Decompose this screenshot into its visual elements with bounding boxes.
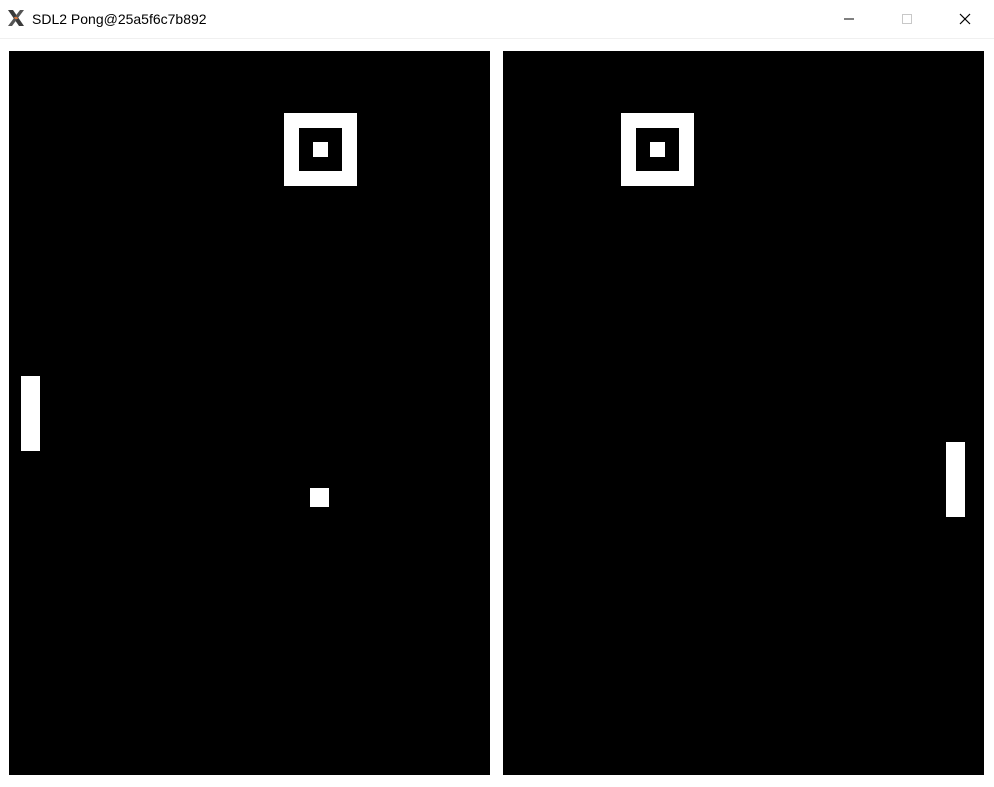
target-center <box>650 142 665 157</box>
close-button[interactable] <box>936 0 994 38</box>
target-marker <box>621 113 694 186</box>
right-viewport <box>503 51 984 775</box>
target-ring <box>636 128 679 171</box>
title-bar[interactable]: SDL2 Pong@25a5f6c7b892 <box>0 0 994 39</box>
x11-icon <box>8 10 24 26</box>
ball <box>310 488 329 507</box>
target-ring <box>299 128 342 171</box>
minimize-icon <box>844 18 854 20</box>
app-window: SDL2 Pong@25a5f6c7b892 <box>0 0 994 787</box>
right-paddle <box>946 442 965 517</box>
left-paddle <box>21 376 40 451</box>
left-viewport <box>9 51 490 775</box>
target-marker <box>284 113 357 186</box>
target-center <box>313 142 328 157</box>
game-canvas[interactable] <box>0 39 994 787</box>
close-icon <box>959 13 971 25</box>
minimize-button[interactable] <box>820 0 878 38</box>
maximize-button[interactable] <box>878 0 936 38</box>
window-title: SDL2 Pong@25a5f6c7b892 <box>32 11 207 27</box>
maximize-icon <box>902 14 912 24</box>
